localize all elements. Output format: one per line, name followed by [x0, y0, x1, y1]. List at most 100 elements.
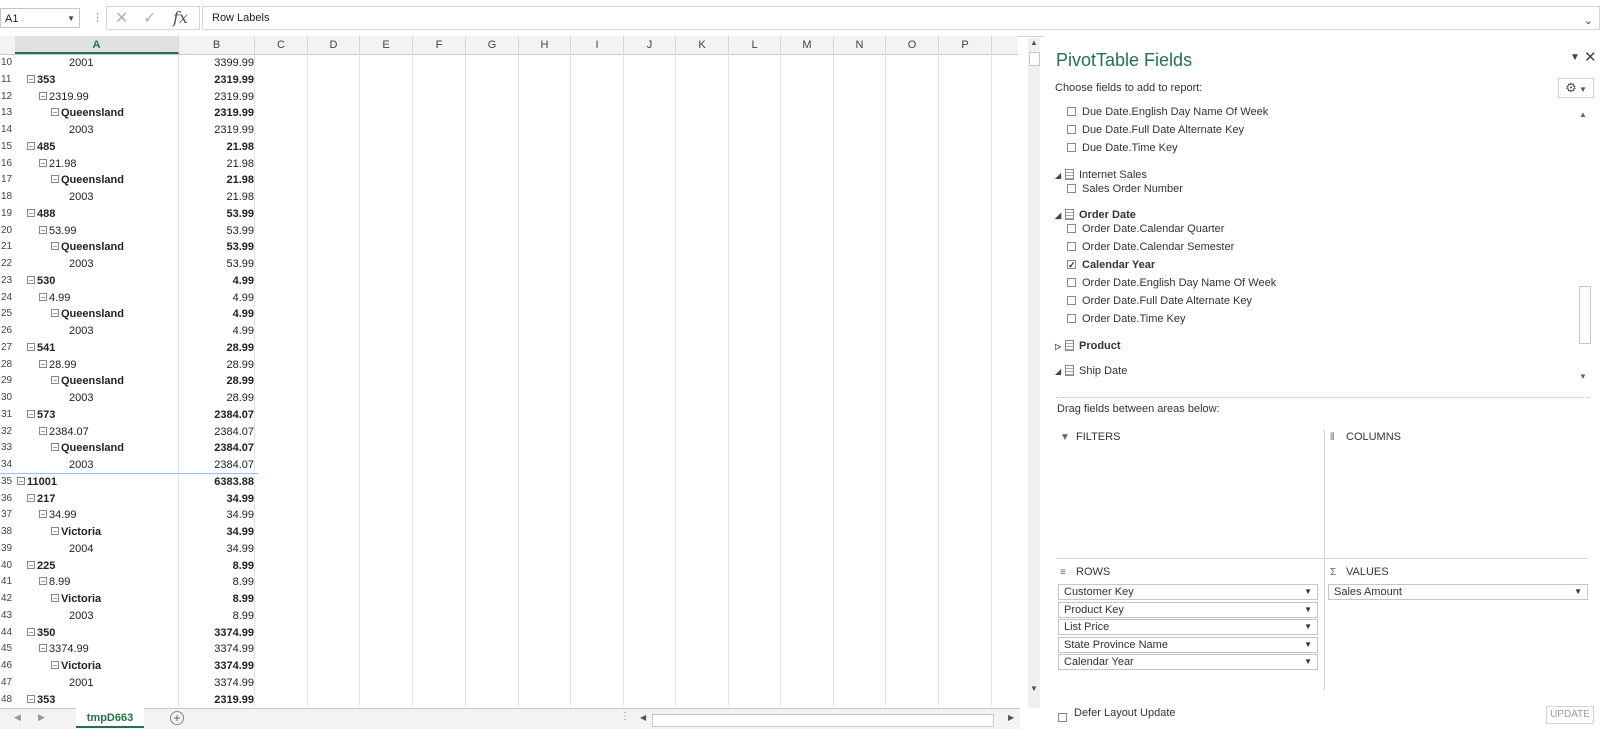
row-header[interactable]: 23: [0, 273, 14, 289]
cell-a[interactable]: −21.98: [15, 156, 203, 172]
scroll-down-icon[interactable]: ▼: [1579, 372, 1587, 381]
cell-a[interactable]: −8.99: [15, 574, 203, 590]
cell-b[interactable]: 3374.99: [180, 625, 256, 641]
field-item[interactable]: Order Date.Time Key: [1067, 313, 1186, 325]
collapse-icon[interactable]: −: [17, 476, 25, 485]
field-list-scroll-thumb[interactable]: [1579, 286, 1591, 344]
field-checkbox[interactable]: [1067, 223, 1076, 233]
cell-b[interactable]: 21.98: [180, 156, 256, 172]
value-field-chip[interactable]: Sales Amount ▼: [1328, 584, 1588, 600]
cell-b[interactable]: 2319.99: [180, 122, 256, 138]
column-header-n[interactable]: N: [834, 36, 886, 54]
cell-a[interactable]: −353: [15, 72, 191, 88]
collapse-icon[interactable]: −: [39, 359, 47, 368]
collapse-icon[interactable]: −: [39, 158, 47, 167]
cell-b[interactable]: 8.99: [180, 608, 256, 624]
cell-b[interactable]: 3399.99: [180, 55, 256, 71]
add-sheet-icon[interactable]: +: [170, 711, 184, 725]
cell-b[interactable]: 28.99: [180, 340, 256, 356]
field-checkbox[interactable]: [1067, 142, 1076, 152]
column-header-d[interactable]: D: [308, 36, 360, 54]
collapse-icon[interactable]: −: [27, 342, 35, 351]
chevron-down-icon[interactable]: ▼: [67, 9, 75, 29]
chevron-down-icon[interactable]: ▼: [1304, 655, 1312, 669]
cell-b[interactable]: 34.99: [180, 541, 256, 557]
collapse-triangle-icon[interactable]: ◢: [1055, 211, 1065, 220]
row-header[interactable]: 39: [0, 541, 14, 557]
column-header-a[interactable]: A: [15, 36, 179, 54]
row-header[interactable]: 11: [0, 72, 14, 88]
collapse-icon[interactable]: −: [51, 175, 59, 184]
cell-a[interactable]: −53.99: [15, 223, 203, 239]
cell-b[interactable]: 2384.07: [180, 457, 256, 473]
field-item[interactable]: Order Date.Full Date Alternate Key: [1067, 295, 1252, 307]
collapse-icon[interactable]: −: [51, 527, 59, 536]
cell-b[interactable]: 4.99: [180, 290, 256, 306]
row-field-chip[interactable]: State Province Name ▼: [1058, 636, 1318, 653]
row-header[interactable]: 46: [0, 658, 14, 674]
row-header[interactable]: 24: [0, 290, 14, 306]
defer-layout-checkbox[interactable]: [1058, 713, 1067, 723]
column-header-e[interactable]: E: [360, 36, 413, 54]
collapse-icon[interactable]: −: [27, 141, 35, 150]
row-field-chip[interactable]: Calendar Year ▼: [1058, 654, 1318, 670]
row-header[interactable]: 18: [0, 189, 14, 205]
close-icon[interactable]: ✕: [1584, 48, 1597, 66]
collapse-icon[interactable]: −: [39, 426, 47, 435]
cell-b[interactable]: 53.99: [180, 256, 256, 272]
row-header[interactable]: 30: [0, 390, 14, 406]
scroll-down-icon[interactable]: ▼: [1030, 684, 1038, 693]
row-header[interactable]: 21: [0, 239, 14, 255]
field-checkbox[interactable]: [1067, 241, 1076, 251]
row-header[interactable]: 38: [0, 524, 14, 540]
row-header[interactable]: 47: [0, 675, 14, 691]
row-header[interactable]: 45: [0, 641, 14, 657]
collapse-icon[interactable]: −: [39, 225, 47, 234]
field-item[interactable]: Due Date.English Day Name Of Week: [1067, 106, 1268, 118]
cell-b[interactable]: 2384.07: [180, 407, 256, 423]
tab-splitter-icon[interactable]: ⋮: [620, 711, 630, 722]
chevron-down-icon[interactable]: ▼: [1574, 585, 1582, 599]
cell-b[interactable]: 53.99: [180, 239, 256, 255]
filters-drop-area[interactable]: [1056, 446, 1322, 556]
cell-b[interactable]: 4.99: [180, 323, 256, 339]
collapse-icon[interactable]: −: [27, 208, 35, 217]
cell-a[interactable]: −488: [15, 206, 191, 222]
scroll-up-icon[interactable]: ▲: [1030, 38, 1038, 47]
row-header[interactable]: 17: [0, 172, 14, 188]
cell-b[interactable]: 8.99: [180, 558, 256, 574]
collapse-icon[interactable]: −: [51, 661, 59, 670]
column-header-g[interactable]: G: [466, 36, 519, 54]
row-header[interactable]: 41: [0, 574, 14, 590]
vertical-scrollbar[interactable]: ▲ ▼: [1028, 38, 1040, 708]
row-field-chip[interactable]: Product Key ▼: [1058, 601, 1318, 618]
cell-a[interactable]: −541: [15, 340, 191, 356]
field-item[interactable]: Order Date.Calendar Quarter: [1067, 223, 1224, 235]
row-header[interactable]: 37: [0, 507, 14, 523]
row-header[interactable]: 40: [0, 558, 14, 574]
cell-a[interactable]: −3374.99: [15, 641, 203, 657]
cell-a[interactable]: −4.99: [15, 290, 203, 306]
scroll-right-icon[interactable]: ▶: [1008, 713, 1014, 722]
field-item[interactable]: Due Date.Full Date Alternate Key: [1067, 124, 1244, 136]
row-header[interactable]: 32: [0, 424, 14, 440]
cell-a[interactable]: −485: [15, 139, 191, 155]
prev-sheet-icon[interactable]: ◀: [14, 712, 21, 723]
cell-b[interactable]: 53.99: [180, 206, 256, 222]
row-header[interactable]: 28: [0, 357, 14, 373]
row-header[interactable]: 33: [0, 440, 14, 456]
select-all-button[interactable]: [0, 36, 14, 54]
field-checkbox[interactable]: [1067, 124, 1076, 134]
chevron-down-icon[interactable]: ▼: [1304, 638, 1312, 652]
field-list-scrollbar[interactable]: ▲ ▼: [1578, 110, 1591, 386]
row-header[interactable]: 27: [0, 340, 14, 356]
collapse-triangle-icon[interactable]: ◢: [1055, 367, 1065, 376]
collapse-icon[interactable]: −: [39, 510, 47, 519]
name-box[interactable]: A1 ▼: [0, 8, 80, 28]
horizontal-scrollbar[interactable]: ◀ ▶: [640, 713, 1020, 727]
row-header[interactable]: 20: [0, 223, 14, 239]
column-header-c[interactable]: C: [255, 36, 308, 54]
row-header[interactable]: 31: [0, 407, 14, 423]
row-header[interactable]: 22: [0, 256, 14, 272]
cell-b[interactable]: 2319.99: [180, 89, 256, 105]
